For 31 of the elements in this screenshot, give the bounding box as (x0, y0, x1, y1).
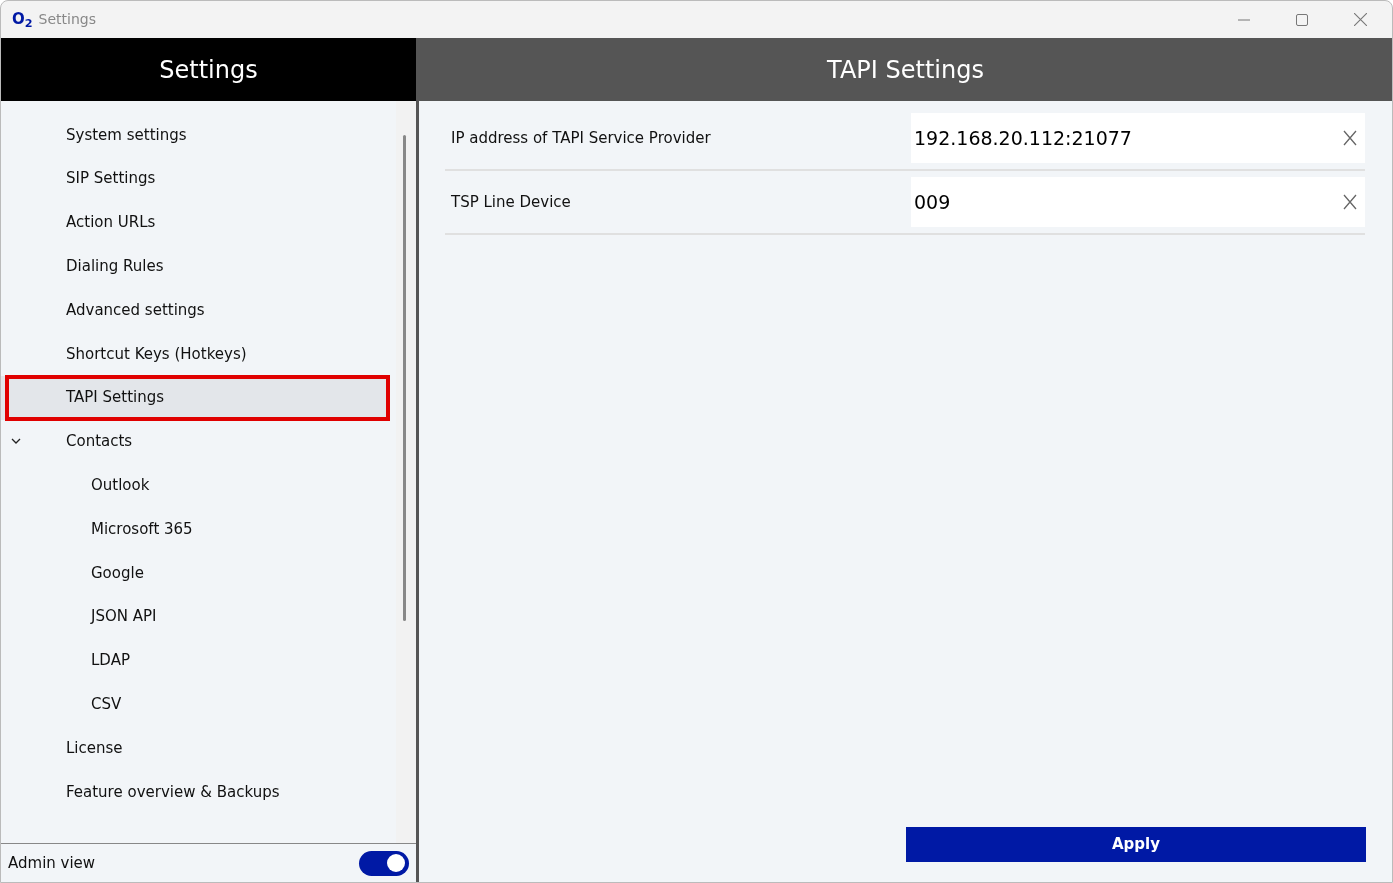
nav-item[interactable]: Microsoft 365 (1, 507, 386, 551)
nav-item[interactable]: LDAP (1, 638, 386, 683)
text-field[interactable]: 192.168.20.112:21077 (911, 113, 1365, 163)
close-icon[interactable] (1354, 13, 1367, 26)
apply-button[interactable]: Apply (906, 827, 1366, 862)
nav-item[interactable]: Feature overview & Backups (1, 769, 386, 814)
nav-item[interactable]: Google (1, 550, 386, 595)
field-label: TSP Line Device (450, 191, 572, 213)
content-header: TAPI Settings (419, 38, 1392, 101)
admin-view-toggle[interactable] (359, 850, 409, 876)
admin-view-label: Admin view (8, 852, 97, 874)
scrollbar-thumb[interactable] (403, 135, 406, 621)
nav-item[interactable]: Dialing Rules (1, 244, 386, 289)
nav-item[interactable]: Outlook (1, 463, 386, 508)
app-logo: O$_{2}$ (12, 9, 33, 31)
clear-icon[interactable] (1343, 130, 1357, 146)
nav-item[interactable]: CSV (1, 682, 386, 727)
clear-icon[interactable] (1343, 194, 1357, 210)
nav-item[interactable]: Action URLs (1, 200, 386, 245)
window-title: Settings (38, 10, 96, 29)
field-label: IP address of TAPI Service Provider (450, 127, 712, 149)
nav-item[interactable]: JSON API (1, 594, 386, 639)
nav-item[interactable]: Advanced settings (1, 288, 386, 332)
nav-item[interactable]: System settings (1, 113, 386, 157)
nav-item[interactable]: Contacts (1, 419, 386, 464)
nav-item[interactable]: License (1, 726, 386, 770)
sidebar-header: Settings (1, 38, 416, 101)
nav-item[interactable]: SIP Settings (1, 156, 386, 201)
maximize-icon[interactable] (1296, 13, 1308, 26)
text-field[interactable]: 009 (911, 177, 1365, 227)
nav-item[interactable]: Shortcut Keys (Hotkeys) (1, 332, 386, 376)
